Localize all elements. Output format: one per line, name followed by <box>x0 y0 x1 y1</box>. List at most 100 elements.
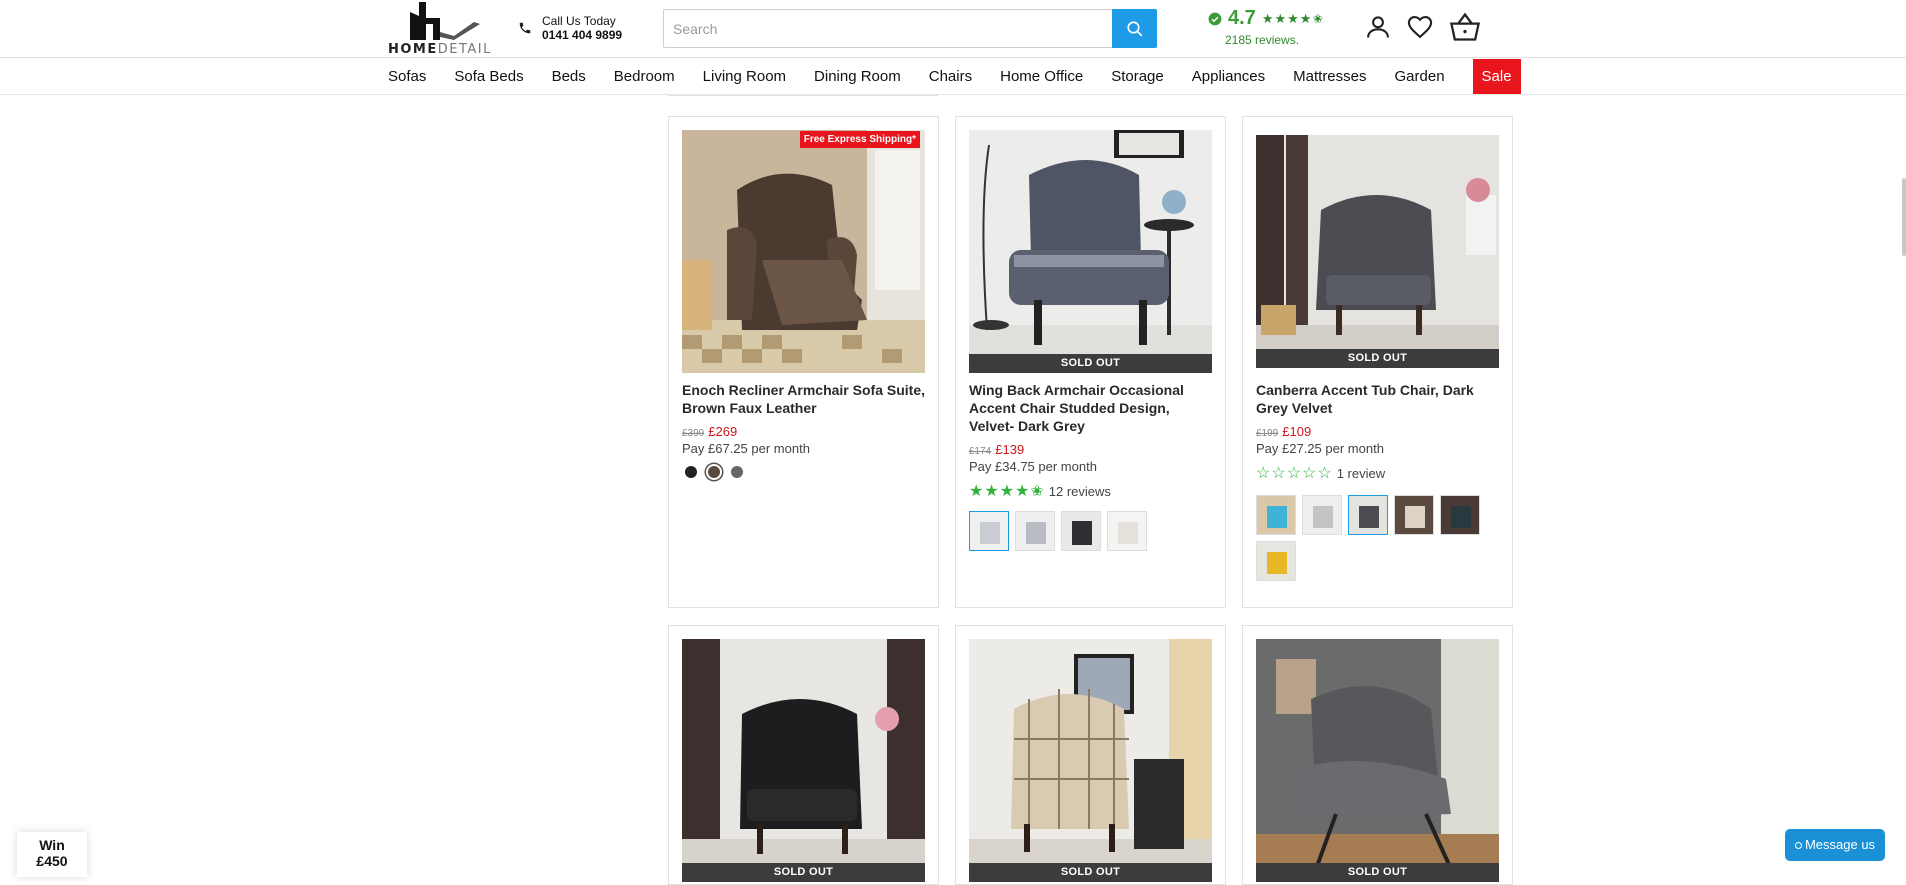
black-tub-chair-image <box>682 639 925 882</box>
old-price: £199 <box>1256 428 1279 439</box>
color-swatch-brown[interactable] <box>708 466 720 478</box>
nav-item-bedroom[interactable]: Bedroom <box>614 68 675 85</box>
main-navigation: Sofas Sofa Beds Beds Bedroom Living Room… <box>0 58 1906 95</box>
store-rating[interactable]: 4.7 ★★★★✬ 2185 reviews. <box>1208 7 1348 47</box>
product-price: £399 £269 <box>682 424 737 439</box>
variant-swatch[interactable] <box>1302 495 1342 535</box>
product-card[interactable]: SOLD OUT <box>1242 625 1513 885</box>
site-header: HOMEDETAIL Call Us Today 0141 404 9899 4… <box>0 0 1906 58</box>
rating-stars: ★★★★✬ <box>1261 10 1325 26</box>
verified-check-icon <box>1208 12 1222 25</box>
product-image[interactable]: SOLD OUT <box>969 639 1212 882</box>
win-amount: £450 <box>36 853 68 869</box>
variant-swatch[interactable] <box>1107 511 1147 551</box>
product-rating[interactable]: ☆☆☆☆☆ 1 review <box>1256 463 1385 483</box>
call-number[interactable]: 0141 404 9899 <box>542 28 622 42</box>
nav-item-storage[interactable]: Storage <box>1111 68 1164 85</box>
nav-item-beds[interactable]: Beds <box>552 68 586 85</box>
rating-stars: ☆☆☆☆☆ <box>1256 465 1333 482</box>
variant-swatch[interactable] <box>1061 511 1101 551</box>
old-price: £399 <box>682 428 705 439</box>
product-price: £174 £139 <box>969 442 1024 457</box>
product-image[interactable]: Free Express Shipping* <box>682 130 925 373</box>
rating-reviews[interactable]: 2185 reviews. <box>1225 33 1348 47</box>
nav-item-sale[interactable]: Sale <box>1472 58 1521 94</box>
nav-item-appliances[interactable]: Appliances <box>1192 68 1265 85</box>
message-us-button[interactable]: Message us <box>1785 829 1885 861</box>
phone-icon <box>519 22 531 34</box>
product-image[interactable]: SOLD OUT <box>1256 135 1499 368</box>
color-options <box>685 466 743 478</box>
search-button[interactable] <box>1112 9 1157 48</box>
product-image[interactable]: SOLD OUT <box>682 639 925 882</box>
account-icon[interactable] <box>1364 13 1392 41</box>
search-bar <box>663 9 1157 48</box>
call-us[interactable]: Call Us Today 0141 404 9899 <box>518 14 622 42</box>
free-shipping-badge: Free Express Shipping* <box>799 131 920 148</box>
previous-row-edge <box>668 95 938 96</box>
sale-price: £269 <box>708 424 738 439</box>
sold-out-label: SOLD OUT <box>969 863 1212 882</box>
product-card[interactable]: SOLD OUT Wing Back Armchair Occasional A… <box>955 116 1226 608</box>
variant-swatch[interactable] <box>1256 495 1296 535</box>
product-title[interactable]: Enoch Recliner Armchair Sofa Suite, Brow… <box>682 381 927 417</box>
tub-chair-image <box>1256 135 1499 368</box>
homedetail-logo[interactable]: HOMEDETAIL <box>388 2 490 57</box>
review-count: 12 reviews <box>1048 483 1111 499</box>
sold-out-label: SOLD OUT <box>1256 863 1499 882</box>
variant-swatch[interactable] <box>1015 511 1055 551</box>
product-image[interactable]: SOLD OUT <box>1256 639 1499 882</box>
nav-item-mattresses[interactable]: Mattresses <box>1293 68 1366 85</box>
sold-out-label: SOLD OUT <box>682 863 925 882</box>
wishlist-heart-icon[interactable] <box>1406 13 1434 41</box>
nav-item-garden[interactable]: Garden <box>1395 68 1445 85</box>
search-input[interactable] <box>664 10 1114 47</box>
review-count: 1 review <box>1336 465 1386 481</box>
nav-item-home-office[interactable]: Home Office <box>1000 68 1083 85</box>
lounge-chair-image <box>1256 639 1499 882</box>
variant-swatch[interactable] <box>1440 495 1480 535</box>
header-icons <box>1364 12 1482 42</box>
color-swatch-black[interactable] <box>685 466 697 478</box>
nav-item-sofas[interactable]: Sofas <box>388 68 426 85</box>
variant-swatches <box>1256 495 1486 581</box>
finance-text: Pay £67.25 per month <box>682 441 810 456</box>
product-card[interactable]: SOLD OUT <box>668 625 939 885</box>
product-card[interactable]: Free Express Shipping* Enoch Recliner Ar… <box>668 116 939 608</box>
variant-swatch[interactable] <box>1394 495 1434 535</box>
sale-price: £109 <box>1282 424 1312 439</box>
sale-price: £139 <box>995 442 1025 457</box>
page-scrollbar[interactable] <box>1902 178 1906 256</box>
nav-item-sofa-beds[interactable]: Sofa Beds <box>454 68 523 85</box>
product-price: £199 £109 <box>1256 424 1311 439</box>
chat-icon <box>1794 842 1802 849</box>
product-card[interactable]: SOLD OUT <box>955 625 1226 885</box>
wingback-armchair-image <box>969 130 1212 373</box>
basket-icon[interactable] <box>1448 12 1482 42</box>
message-us-label: Message us <box>1804 837 1876 852</box>
nav-item-living-room[interactable]: Living Room <box>703 68 786 85</box>
variant-swatches <box>969 511 1199 551</box>
product-rating[interactable]: ★★★★✬ 12 reviews <box>969 481 1111 501</box>
color-swatch-grey[interactable] <box>731 466 743 478</box>
variant-swatch[interactable] <box>1348 495 1388 535</box>
win-label: Win <box>39 837 65 853</box>
search-icon <box>1126 20 1142 36</box>
product-card[interactable]: SOLD OUT Canberra Accent Tub Chair, Dark… <box>1242 116 1513 608</box>
nav-item-dining-room[interactable]: Dining Room <box>814 68 901 85</box>
win-prize-widget[interactable]: Win £450 <box>17 832 87 877</box>
variant-swatch[interactable] <box>969 511 1009 551</box>
product-title[interactable]: Canberra Accent Tub Chair, Dark Grey Vel… <box>1256 381 1501 417</box>
variant-swatch[interactable] <box>1256 541 1296 581</box>
sold-out-label: SOLD OUT <box>1256 349 1499 368</box>
product-grid: Free Express Shipping* Enoch Recliner Ar… <box>668 95 1514 885</box>
rating-score: 4.7 <box>1228 7 1256 29</box>
rating-stars: ★★★★✬ <box>969 483 1045 500</box>
logo-mark-icon <box>410 2 480 40</box>
product-title[interactable]: Wing Back Armchair Occasional Accent Cha… <box>969 381 1214 435</box>
product-image[interactable]: SOLD OUT <box>969 130 1212 373</box>
nav-item-chairs[interactable]: Chairs <box>929 68 972 85</box>
tartan-armchair-image <box>969 639 1212 882</box>
old-price: £174 <box>969 446 992 457</box>
sold-out-label: SOLD OUT <box>969 354 1212 373</box>
